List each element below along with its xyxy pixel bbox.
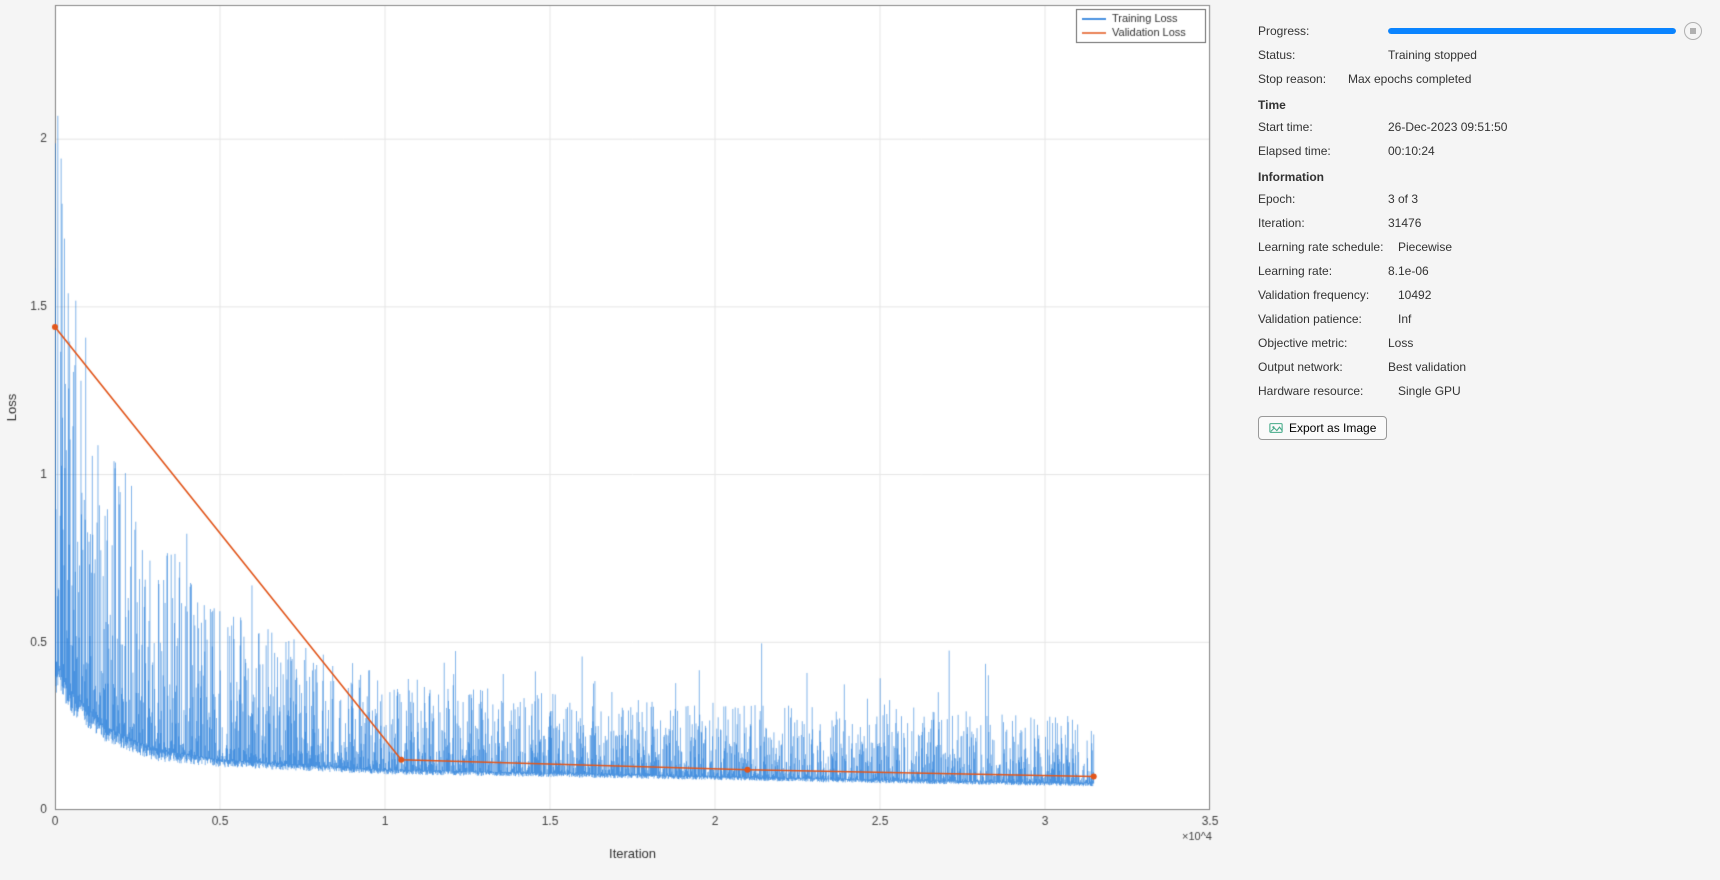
lr-label: Learning rate: [1258,264,1388,278]
status-value: Training stopped [1388,48,1702,62]
export-icon [1269,421,1283,435]
stop-reason-value: Max epochs completed [1348,72,1702,86]
output-network-label: Output network: [1258,360,1388,374]
training-info-panel: Progress: Status: Training stopped Stop … [1240,0,1720,880]
stop-icon [1690,28,1696,34]
stop-reason-row: Stop reason: Max epochs completed [1258,70,1702,88]
export-button-label: Export as Image [1289,421,1376,435]
val-patience-value: Inf [1398,312,1702,326]
val-patience-label: Validation patience: [1258,312,1398,326]
obj-metric-row: Objective metric: Loss [1258,334,1702,352]
val-freq-row: Validation frequency: 10492 [1258,286,1702,304]
lr-schedule-label: Learning rate schedule: [1258,240,1398,254]
obj-metric-value: Loss [1388,336,1702,350]
time-section-title: Time [1258,98,1702,112]
progress-bar [1388,28,1676,34]
hardware-row: Hardware resource: Single GPU [1258,382,1702,400]
output-network-row: Output network: Best validation [1258,358,1702,376]
val-patience-row: Validation patience: Inf [1258,310,1702,328]
elapsed-time-row: Elapsed time: 00:10:24 [1258,142,1702,160]
lr-schedule-value: Piecewise [1398,240,1702,254]
stop-button[interactable] [1684,22,1702,40]
start-time-label: Start time: [1258,120,1388,134]
lr-schedule-row: Learning rate schedule: Piecewise [1258,238,1702,256]
val-freq-value: 10492 [1398,288,1702,302]
progress-row: Progress: [1258,22,1702,40]
iteration-row: Iteration: 31476 [1258,214,1702,232]
hardware-value: Single GPU [1398,384,1702,398]
status-row: Status: Training stopped [1258,46,1702,64]
output-network-value: Best validation [1388,360,1702,374]
start-time-value: 26-Dec-2023 09:51:50 [1388,120,1702,134]
start-time-row: Start time: 26-Dec-2023 09:51:50 [1258,118,1702,136]
stop-reason-label: Stop reason: [1258,72,1348,86]
export-as-image-button[interactable]: Export as Image [1258,416,1387,440]
info-section-title: Information [1258,170,1702,184]
epoch-label: Epoch: [1258,192,1388,206]
elapsed-time-label: Elapsed time: [1258,144,1388,158]
loss-chart-panel [0,0,1240,880]
epoch-value: 3 of 3 [1388,192,1702,206]
lr-row: Learning rate: 8.1e-06 [1258,262,1702,280]
val-freq-label: Validation frequency: [1258,288,1398,302]
iteration-value: 31476 [1388,216,1702,230]
elapsed-time-value: 00:10:24 [1388,144,1702,158]
lr-value: 8.1e-06 [1388,264,1702,278]
loss-chart-canvas[interactable] [0,0,1240,880]
progress-label: Progress: [1258,24,1388,38]
progress-bar-fill [1388,28,1676,34]
iteration-label: Iteration: [1258,216,1388,230]
epoch-row: Epoch: 3 of 3 [1258,190,1702,208]
status-label: Status: [1258,48,1388,62]
obj-metric-label: Objective metric: [1258,336,1388,350]
hardware-label: Hardware resource: [1258,384,1398,398]
